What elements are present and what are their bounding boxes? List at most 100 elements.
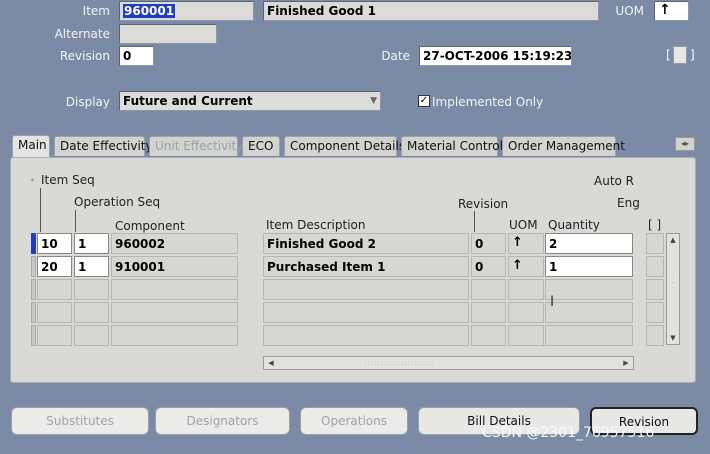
cell-operation-seq[interactable]: 1 — [74, 256, 109, 277]
cell-revision[interactable]: 0 — [471, 256, 506, 277]
cell-revision[interactable] — [471, 302, 506, 323]
tab-main[interactable]: Main — [12, 135, 50, 157]
cell-quantity[interactable]: 1 — [545, 256, 633, 277]
uom-field[interactable]: ↑ — [654, 1, 689, 21]
cell-component[interactable]: 910001 — [111, 256, 238, 277]
uom-label: UOM — [615, 4, 644, 18]
cell-quantity[interactable]: 2 — [545, 233, 633, 254]
row-selector-current[interactable] — [31, 233, 36, 254]
up-arrow-icon: ↑ — [659, 2, 671, 18]
tab-scroll-button[interactable]: ◂▸ — [675, 137, 695, 151]
flexfield-box — [673, 46, 687, 64]
designators-button[interactable]: Designators — [155, 407, 290, 435]
operation-seq-bracket-line — [75, 210, 76, 232]
row-selector[interactable] — [31, 302, 36, 323]
cell-component[interactable] — [111, 302, 238, 323]
cell-revision[interactable] — [471, 279, 506, 300]
implemented-only-checkbox[interactable]: ✓ — [418, 95, 430, 107]
cell-component[interactable] — [111, 279, 238, 300]
header-operation-seq: Operation Seq — [74, 195, 161, 209]
scroll-left-arrow-icon[interactable]: ◀ — [265, 357, 277, 369]
header-eng: Eng — [617, 196, 640, 210]
descriptive-flexfield[interactable]: [ ] — [666, 46, 696, 66]
header-flexfield: [ ] — [648, 218, 662, 232]
tab-material-control[interactable]: Material Control — [401, 136, 503, 156]
cell-quantity[interactable] — [545, 325, 633, 346]
cell-uom[interactable] — [508, 302, 544, 323]
cell-flexfield[interactable] — [646, 325, 664, 346]
cell-operation-seq[interactable] — [74, 302, 109, 323]
cell-revision[interactable] — [471, 325, 506, 346]
tab-order-management[interactable]: Order Management — [502, 136, 625, 156]
row-selector[interactable] — [31, 325, 36, 346]
cell-item-seq[interactable] — [37, 279, 72, 300]
date-field[interactable]: 27-OCT-2006 15:19:23 — [419, 46, 572, 66]
cell-operation-seq[interactable]: 1 — [74, 233, 109, 254]
cell-uom[interactable]: ↑ — [508, 233, 544, 254]
header-item-description: Item Description — [266, 218, 366, 232]
display-value: Future and Current — [123, 94, 253, 108]
tab-eco[interactable]: ECO — [242, 136, 280, 156]
cell-revision[interactable]: 0 — [471, 233, 506, 254]
cell-item-seq[interactable]: 20 — [37, 256, 72, 277]
cell-item-description[interactable] — [263, 325, 469, 346]
revision-label: Revision — [59, 49, 110, 63]
header-quantity: Quantity — [548, 218, 600, 232]
cell-component[interactable] — [111, 325, 238, 346]
cell-flexfield[interactable] — [646, 233, 664, 254]
watermark: CSDN @2301_76957516 — [482, 425, 655, 441]
cell-uom[interactable] — [508, 279, 544, 300]
date-label: Date — [381, 49, 410, 63]
item-field[interactable]: 960001 — [119, 1, 254, 21]
dropdown-arrow-icon: ▼ — [370, 96, 377, 106]
header-revision: Revision — [458, 197, 509, 211]
cell-component[interactable]: 960002 — [111, 233, 238, 254]
tab-unit-effectivity[interactable]: Unit Effectivity — [149, 136, 243, 156]
substitutes-button[interactable]: Substitutes — [11, 407, 149, 435]
header-auto-request: Auto R — [594, 174, 635, 188]
cell-item-seq[interactable] — [37, 302, 72, 323]
scroll-right-arrow-icon[interactable]: ▶ — [620, 357, 632, 369]
operations-button[interactable]: Operations — [300, 407, 408, 435]
cell-quantity[interactable] — [545, 279, 633, 300]
row-selector[interactable] — [31, 279, 36, 300]
implemented-only-label: Implemented Only — [432, 95, 544, 109]
cell-flexfield[interactable] — [646, 279, 664, 300]
cell-uom[interactable] — [508, 325, 544, 346]
bracket-right: ] — [690, 48, 695, 62]
cell-quantity[interactable] — [545, 302, 633, 323]
cell-operation-seq[interactable] — [74, 325, 109, 346]
header-uom: UOM — [509, 218, 538, 232]
display-select[interactable]: Future and Current ▼ — [119, 91, 381, 111]
header-item-seq: Item Seq — [41, 173, 95, 187]
cell-flexfield[interactable] — [646, 302, 664, 323]
tab-date-effectivity[interactable]: Date Effectivity — [54, 136, 153, 156]
bracket-left: [ — [666, 48, 671, 62]
cell-item-description[interactable]: Purchased Item 1 — [263, 256, 469, 277]
item-seq-bracket-line — [40, 188, 41, 232]
item-value: 960001 — [123, 4, 176, 18]
cell-operation-seq[interactable] — [74, 279, 109, 300]
item-description-field[interactable]: Finished Good 1 — [263, 1, 599, 21]
cell-flexfield[interactable] — [646, 256, 664, 277]
scroll-thumb[interactable]: ::::::::::::::::::::: — [364, 359, 464, 367]
horizontal-scrollbar[interactable]: ◀ ::::::::::::::::::::: ▶ — [263, 356, 634, 370]
cell-item-seq[interactable]: 10 — [37, 233, 72, 254]
header-component: Component — [115, 219, 185, 233]
bullet-icon: • — [30, 176, 35, 185]
scroll-down-arrow-icon[interactable]: ▼ — [667, 332, 679, 344]
cell-item-description[interactable] — [263, 279, 469, 300]
item-label: Item — [82, 4, 110, 18]
cell-item-seq[interactable] — [37, 325, 72, 346]
cell-item-description[interactable]: Finished Good 2 — [263, 233, 469, 254]
vertical-scrollbar[interactable]: ▲ · · · ▼ — [666, 233, 680, 345]
cell-uom[interactable]: ↑ — [508, 256, 544, 277]
scroll-up-arrow-icon[interactable]: ▲ — [667, 234, 679, 246]
tab-component-details[interactable]: Component Details — [284, 136, 405, 156]
scroll-thumb[interactable]: · · · — [668, 276, 678, 294]
revision-field[interactable]: 0 — [119, 46, 154, 66]
alternate-field[interactable] — [119, 24, 217, 44]
row-selector[interactable] — [31, 256, 36, 277]
cell-item-description[interactable] — [263, 302, 469, 323]
alternate-label: Alternate — [54, 27, 110, 41]
